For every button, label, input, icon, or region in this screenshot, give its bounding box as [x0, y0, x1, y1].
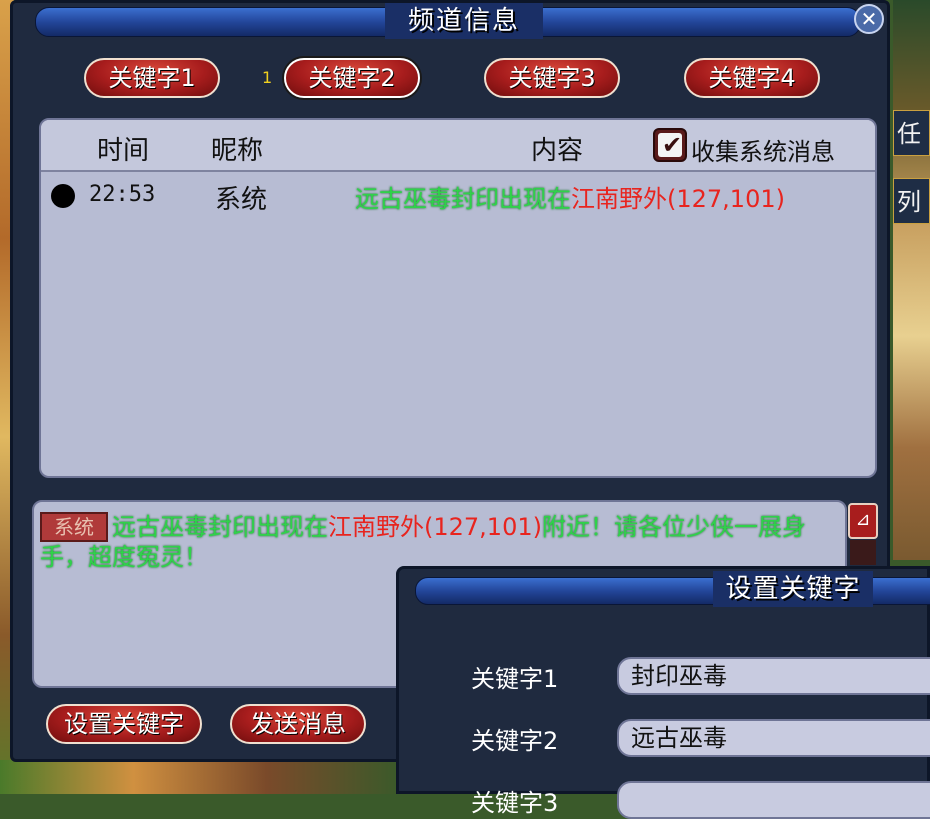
- system-tag: 系统: [40, 512, 108, 542]
- keyword-2-label: 关键字2: [471, 727, 559, 755]
- game-background-bottom: [0, 760, 400, 794]
- collect-system-label: 收集系统消息: [691, 138, 835, 166]
- header-content: 内容: [531, 136, 584, 166]
- game-background-right: [893, 0, 930, 560]
- row-nickname: 系统: [215, 185, 268, 215]
- scroll-up-button[interactable]: ⊿: [848, 503, 878, 539]
- keyword-3-label: 关键字3: [471, 789, 559, 817]
- tab-keyword-2[interactable]: 关键字2: [284, 58, 420, 98]
- tab-indicator: 1: [262, 68, 273, 87]
- send-message-button[interactable]: 发送消息: [230, 704, 366, 744]
- tab-keyword-1[interactable]: 关键字1: [84, 58, 220, 98]
- window-title: 频道信息: [385, 3, 543, 39]
- message-part-green: 远古巫毒封印出现在: [112, 513, 328, 541]
- row-content-red: 江南野外(127,101): [571, 185, 785, 213]
- row-content: 远古巫毒封印出现在江南野外(127,101): [355, 179, 785, 214]
- set-keywords-button[interactable]: 设置关键字: [46, 704, 202, 744]
- keyword-settings-dialog: 设置关键字 关键字1 封印巫毒 关键字2 远古巫毒 关键字3: [396, 566, 930, 819]
- keyword-3-input[interactable]: [617, 781, 930, 819]
- row-time: 22:53: [89, 182, 156, 207]
- message-detail-text: 系统 远古巫毒封印出现在江南野外(127,101)附近！请各位少侠一展身手，超度冤…: [40, 512, 840, 572]
- header-time: 时间: [97, 136, 150, 166]
- side-tab-list[interactable]: 列表: [893, 178, 930, 224]
- side-tab-tasks[interactable]: 任务: [893, 110, 930, 156]
- keyword-1-input[interactable]: 封印巫毒: [617, 657, 930, 695]
- keyword-1-label: 关键字1: [471, 665, 559, 693]
- checkmark-icon: ✔: [662, 131, 683, 159]
- tab-keyword-3[interactable]: 关键字3: [484, 58, 620, 98]
- scrollbar-track[interactable]: [850, 540, 876, 565]
- bullet-dot-icon: [51, 184, 75, 208]
- list-header: 时间 昵称 内容 ✔ 收集系统消息: [41, 120, 875, 172]
- message-list-panel: 时间 昵称 内容 ✔ 收集系统消息 22:53 系统 远古巫毒封印出现在江南野外…: [39, 118, 877, 478]
- keyword-2-input[interactable]: 远古巫毒: [617, 719, 930, 757]
- up-arrow-icon: ⊿: [855, 509, 871, 530]
- list-row[interactable]: 22:53 系统 远古巫毒封印出现在江南野外(127,101): [41, 176, 875, 216]
- collect-system-checkbox[interactable]: ✔: [653, 128, 687, 162]
- message-part-red[interactable]: 江南野外(127,101): [328, 513, 542, 541]
- row-content-green: 远古巫毒封印出现在: [355, 185, 571, 213]
- keyword-dialog-title: 设置关键字: [713, 571, 873, 607]
- tab-keyword-4[interactable]: 关键字4: [684, 58, 820, 98]
- close-icon: ✕: [860, 7, 878, 31]
- header-nickname: 昵称: [211, 136, 264, 166]
- close-button[interactable]: ✕: [854, 4, 884, 34]
